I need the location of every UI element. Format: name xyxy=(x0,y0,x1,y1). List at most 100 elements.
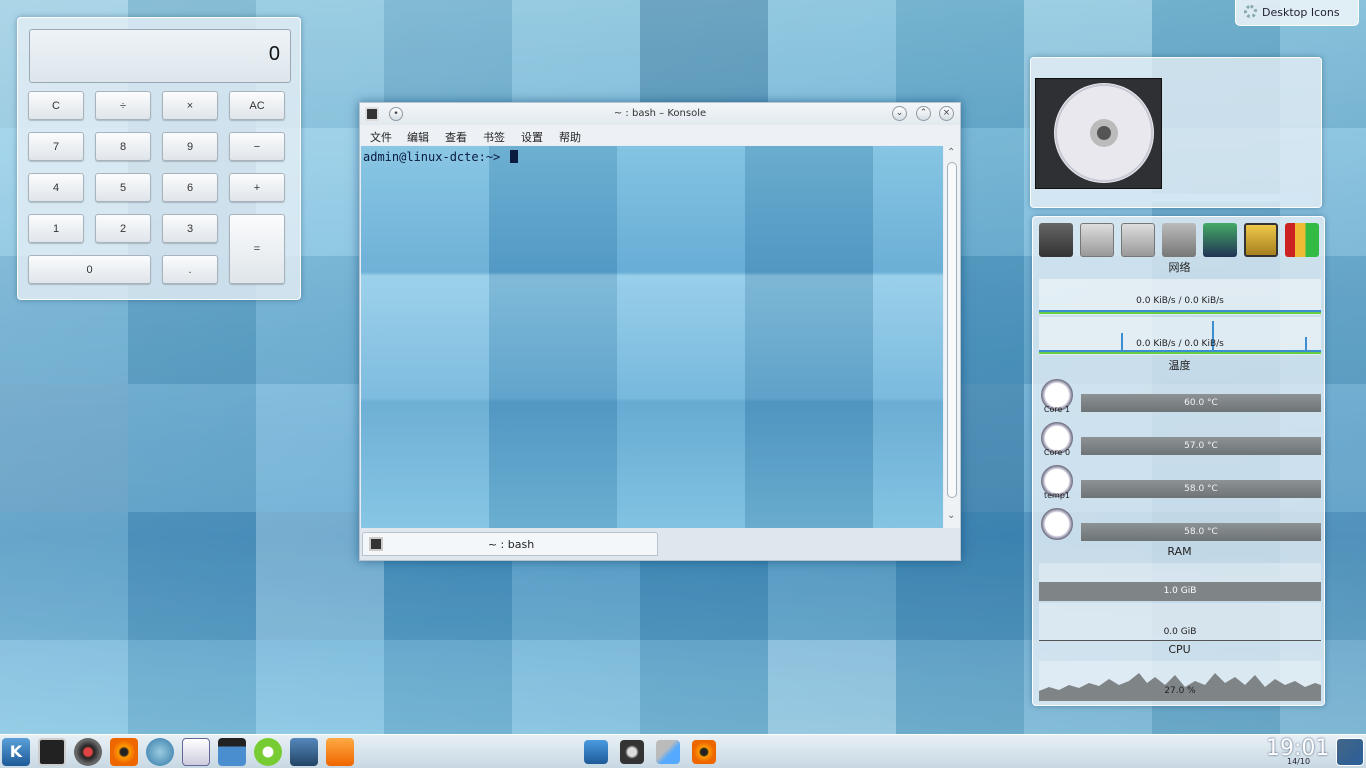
digit-5-button[interactable]: 5 xyxy=(95,173,151,202)
temperature-section-title: 温度 xyxy=(1168,359,1191,372)
rss-icon[interactable] xyxy=(326,738,354,766)
close-icon[interactable]: × xyxy=(939,106,954,121)
cpu-graph: 27.0 % xyxy=(1039,661,1321,701)
sensor-graph: 58.0 °C xyxy=(1081,523,1321,541)
digit-7-button[interactable]: 7 xyxy=(28,132,84,161)
plus-button[interactable]: + xyxy=(229,173,285,202)
drive-icon[interactable] xyxy=(1121,223,1155,257)
document-icon[interactable] xyxy=(182,738,210,766)
scroll-up-icon[interactable]: ⌃ xyxy=(947,147,955,158)
scroll-down-icon[interactable]: ⌄ xyxy=(947,510,955,521)
sensor-name: Core 0 xyxy=(1043,448,1071,457)
network-graph-1: 0.0 KiB/s / 0.0 KiB/s xyxy=(1039,279,1321,315)
digit-2-button[interactable]: 2 xyxy=(95,214,151,243)
memory-card-icon[interactable] xyxy=(1244,223,1278,257)
maximize-icon[interactable]: ⌃ xyxy=(916,106,931,121)
playback-progress[interactable] xyxy=(1037,194,1315,202)
server-icon[interactable] xyxy=(1162,223,1196,257)
window-titlebar[interactable]: • ~ : bash – Konsole ⌄ ⌃ × xyxy=(360,103,960,125)
menu-edit[interactable]: 编辑 xyxy=(407,129,429,145)
menu-bar: 文件 编辑 查看 书签 设置 帮助 xyxy=(360,125,960,145)
all-clear-button[interactable]: AC xyxy=(229,91,285,120)
scrollbar-thumb[interactable] xyxy=(947,162,957,498)
konsole-window: • ~ : bash – Konsole ⌄ ⌃ × 文件 编辑 查看 书签 设… xyxy=(359,102,961,561)
video-icon[interactable] xyxy=(218,738,246,766)
monitor-icon[interactable] xyxy=(290,738,318,766)
sensor-graph: 58.0 °C xyxy=(1081,480,1321,498)
terminal-area[interactable]: admin@linux-dcte:~> xyxy=(361,146,943,528)
network-rate-2: 0.0 KiB/s / 0.0 KiB/s xyxy=(1136,339,1224,349)
clock-date: 14/10 xyxy=(1287,757,1311,766)
divide-button[interactable]: ÷ xyxy=(95,91,151,120)
digit-0-button[interactable]: 0 xyxy=(28,255,151,284)
ram-used: 1.0 GiB xyxy=(1163,586,1197,596)
hard-drive-icon[interactable] xyxy=(1039,223,1073,257)
mail-icon[interactable] xyxy=(254,738,282,766)
window-title: ~ : bash – Konsole xyxy=(613,108,707,119)
sensor-value: 60.0 °C xyxy=(1184,398,1218,408)
tab-label: ~ : bash xyxy=(487,538,535,551)
sensor-name: Core 1 xyxy=(1043,405,1071,414)
chevron-down-icon[interactable]: ⌄ xyxy=(892,106,907,121)
cpu-section-title: CPU xyxy=(1168,643,1191,656)
system-monitor-widget: 网络 0.0 KiB/s / 0.0 KiB/s 0.0 KiB/s / 0.0… xyxy=(1032,216,1325,706)
taskbar: K xyxy=(0,734,1366,768)
network-icon[interactable] xyxy=(1203,223,1237,257)
show-desktop-icon[interactable] xyxy=(1336,738,1364,766)
desktop-icons-button[interactable]: Desktop Icons xyxy=(1235,0,1359,26)
kickoff-icon[interactable]: K xyxy=(2,738,30,766)
network-section-title: 网络 xyxy=(1168,261,1191,274)
clear-button[interactable]: C xyxy=(28,91,84,120)
eye-icon[interactable] xyxy=(110,738,138,766)
thermometer-dial-icon xyxy=(1041,508,1073,540)
cpu-value: 27.0 % xyxy=(1164,686,1196,696)
text-cursor xyxy=(509,150,518,163)
drive-icon[interactable] xyxy=(1080,223,1114,257)
calculator-display: 0 xyxy=(29,29,291,83)
sensor-value: 57.0 °C xyxy=(1184,441,1218,451)
eye-task-icon[interactable] xyxy=(692,740,716,764)
calculator-widget: 0 C ÷ × AC 7 8 9 − 4 5 6 + 1 2 3 = 0 . xyxy=(17,17,301,300)
network-graph-2: 0.0 KiB/s / 0.0 KiB/s xyxy=(1039,317,1321,355)
menu-file[interactable]: 文件 xyxy=(370,129,392,145)
swap-graph: 0.0 GiB xyxy=(1039,603,1321,641)
decimal-button[interactable]: . xyxy=(162,255,218,284)
now-playing-widget xyxy=(1030,57,1322,208)
swap-used: 0.0 GiB xyxy=(1163,627,1197,637)
sensor-value: 58.0 °C xyxy=(1184,527,1218,537)
tab-bar: ~ : bash xyxy=(360,528,960,560)
network-rate-1: 0.0 KiB/s / 0.0 KiB/s xyxy=(1136,296,1224,306)
digit-6-button[interactable]: 6 xyxy=(162,173,218,202)
desktop-icons-label: Desktop Icons xyxy=(1262,6,1340,19)
wallpaper-tile xyxy=(0,384,128,512)
sensor-graph: 57.0 °C xyxy=(1081,437,1321,455)
album-cover xyxy=(1035,78,1162,189)
browser-icon[interactable] xyxy=(146,738,174,766)
equals-button[interactable]: = xyxy=(229,214,285,284)
cd-disc-icon xyxy=(1054,83,1154,183)
vertical-scrollbar[interactable]: ⌃ ⌄ xyxy=(944,146,960,528)
menu-help[interactable]: 帮助 xyxy=(559,129,581,145)
terminal-icon[interactable] xyxy=(38,738,66,766)
digit-1-button[interactable]: 1 xyxy=(28,214,84,243)
digit-4-button[interactable]: 4 xyxy=(28,173,84,202)
menu-bookmarks[interactable]: 书签 xyxy=(483,129,505,145)
sensor-graph: 60.0 °C xyxy=(1081,394,1321,412)
menu-settings[interactable]: 设置 xyxy=(521,129,543,145)
ram-section-title: RAM xyxy=(1167,545,1192,558)
webcam-icon[interactable] xyxy=(74,738,102,766)
konsole-task-icon[interactable] xyxy=(620,740,644,764)
minus-button[interactable]: − xyxy=(229,132,285,161)
terminal-prompt: admin@linux-dcte:~> xyxy=(363,150,518,164)
menu-view[interactable]: 查看 xyxy=(445,129,467,145)
sensor-name: temp1 xyxy=(1043,491,1071,500)
digit-8-button[interactable]: 8 xyxy=(95,132,151,161)
battery-icon[interactable] xyxy=(1285,223,1319,257)
multiply-button[interactable]: × xyxy=(162,91,218,120)
digit-9-button[interactable]: 9 xyxy=(162,132,218,161)
ram-graph: 1.0 GiB xyxy=(1039,563,1321,601)
digit-3-button[interactable]: 3 xyxy=(162,214,218,243)
network-task-icon[interactable] xyxy=(584,740,608,764)
wrench-icon[interactable] xyxy=(656,740,680,764)
tab-bash[interactable]: ~ : bash xyxy=(362,532,658,556)
